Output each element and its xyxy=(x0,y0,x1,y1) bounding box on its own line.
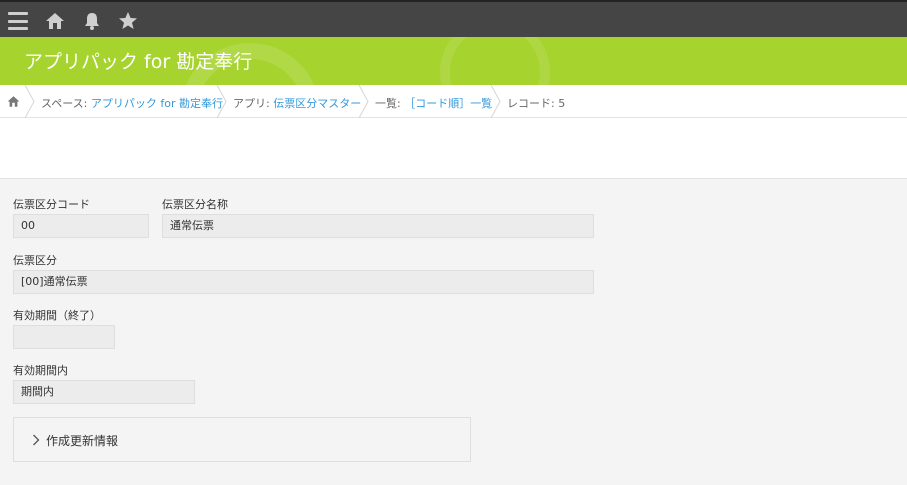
menu-icon[interactable] xyxy=(6,9,30,33)
bell-icon[interactable] xyxy=(80,9,104,33)
code-label: 伝票区分コード xyxy=(13,198,90,211)
app-title: アプリパック for 勘定奉行 xyxy=(24,51,253,73)
breadcrumb-space-link[interactable]: アプリパック for 勘定奉行 xyxy=(91,97,223,110)
breadcrumb-app-link[interactable]: 伝票区分マスター xyxy=(273,97,361,110)
name-field: 通常伝票 xyxy=(162,214,594,238)
breadcrumb-separator-icon xyxy=(24,85,35,118)
within-period-field: 期間内 xyxy=(13,380,195,404)
breadcrumb-home-icon[interactable] xyxy=(7,95,20,108)
section-label: 作成更新情報 xyxy=(46,434,119,448)
breadcrumb-space: スペース: アプリパック for 勘定奉行 xyxy=(41,95,223,111)
breadcrumb-list-prefix: 一覧: xyxy=(375,97,405,110)
app-header: アプリパック for 勘定奉行 xyxy=(0,37,907,85)
code-field: 00 xyxy=(13,214,149,238)
within-period-label: 有効期間内 xyxy=(13,364,68,377)
breadcrumb-app-prefix: アプリ: xyxy=(233,97,274,110)
created-updated-section[interactable]: 作成更新情報 xyxy=(13,417,471,462)
breadcrumb: スペース: アプリパック for 勘定奉行 アプリ: 伝票区分マスター 一覧: … xyxy=(0,85,907,118)
record-toolbar xyxy=(0,118,907,179)
breadcrumb-list-link[interactable]: ［コード順］一覧 xyxy=(404,97,492,110)
breadcrumb-app: アプリ: 伝票区分マスター xyxy=(233,95,361,111)
star-icon[interactable] xyxy=(116,9,140,33)
breadcrumb-separator-icon xyxy=(358,85,369,118)
breadcrumb-separator-icon xyxy=(216,85,227,118)
chevron-right-icon xyxy=(33,434,40,446)
kubun-field: [00]通常伝票 xyxy=(13,270,594,294)
end-period-label: 有効期間（終了） xyxy=(13,309,101,322)
home-icon[interactable] xyxy=(43,9,67,33)
global-header xyxy=(0,0,907,37)
breadcrumb-space-prefix: スペース: xyxy=(41,97,91,110)
header-decoration xyxy=(440,37,550,85)
end-period-field xyxy=(13,325,115,349)
breadcrumb-list: 一覧: ［コード順］一覧 xyxy=(375,95,492,111)
name-label: 伝票区分名称 xyxy=(162,198,228,211)
breadcrumb-record: レコード: 5 xyxy=(507,97,566,110)
breadcrumb-separator-icon xyxy=(490,85,501,118)
kubun-label: 伝票区分 xyxy=(13,254,57,267)
